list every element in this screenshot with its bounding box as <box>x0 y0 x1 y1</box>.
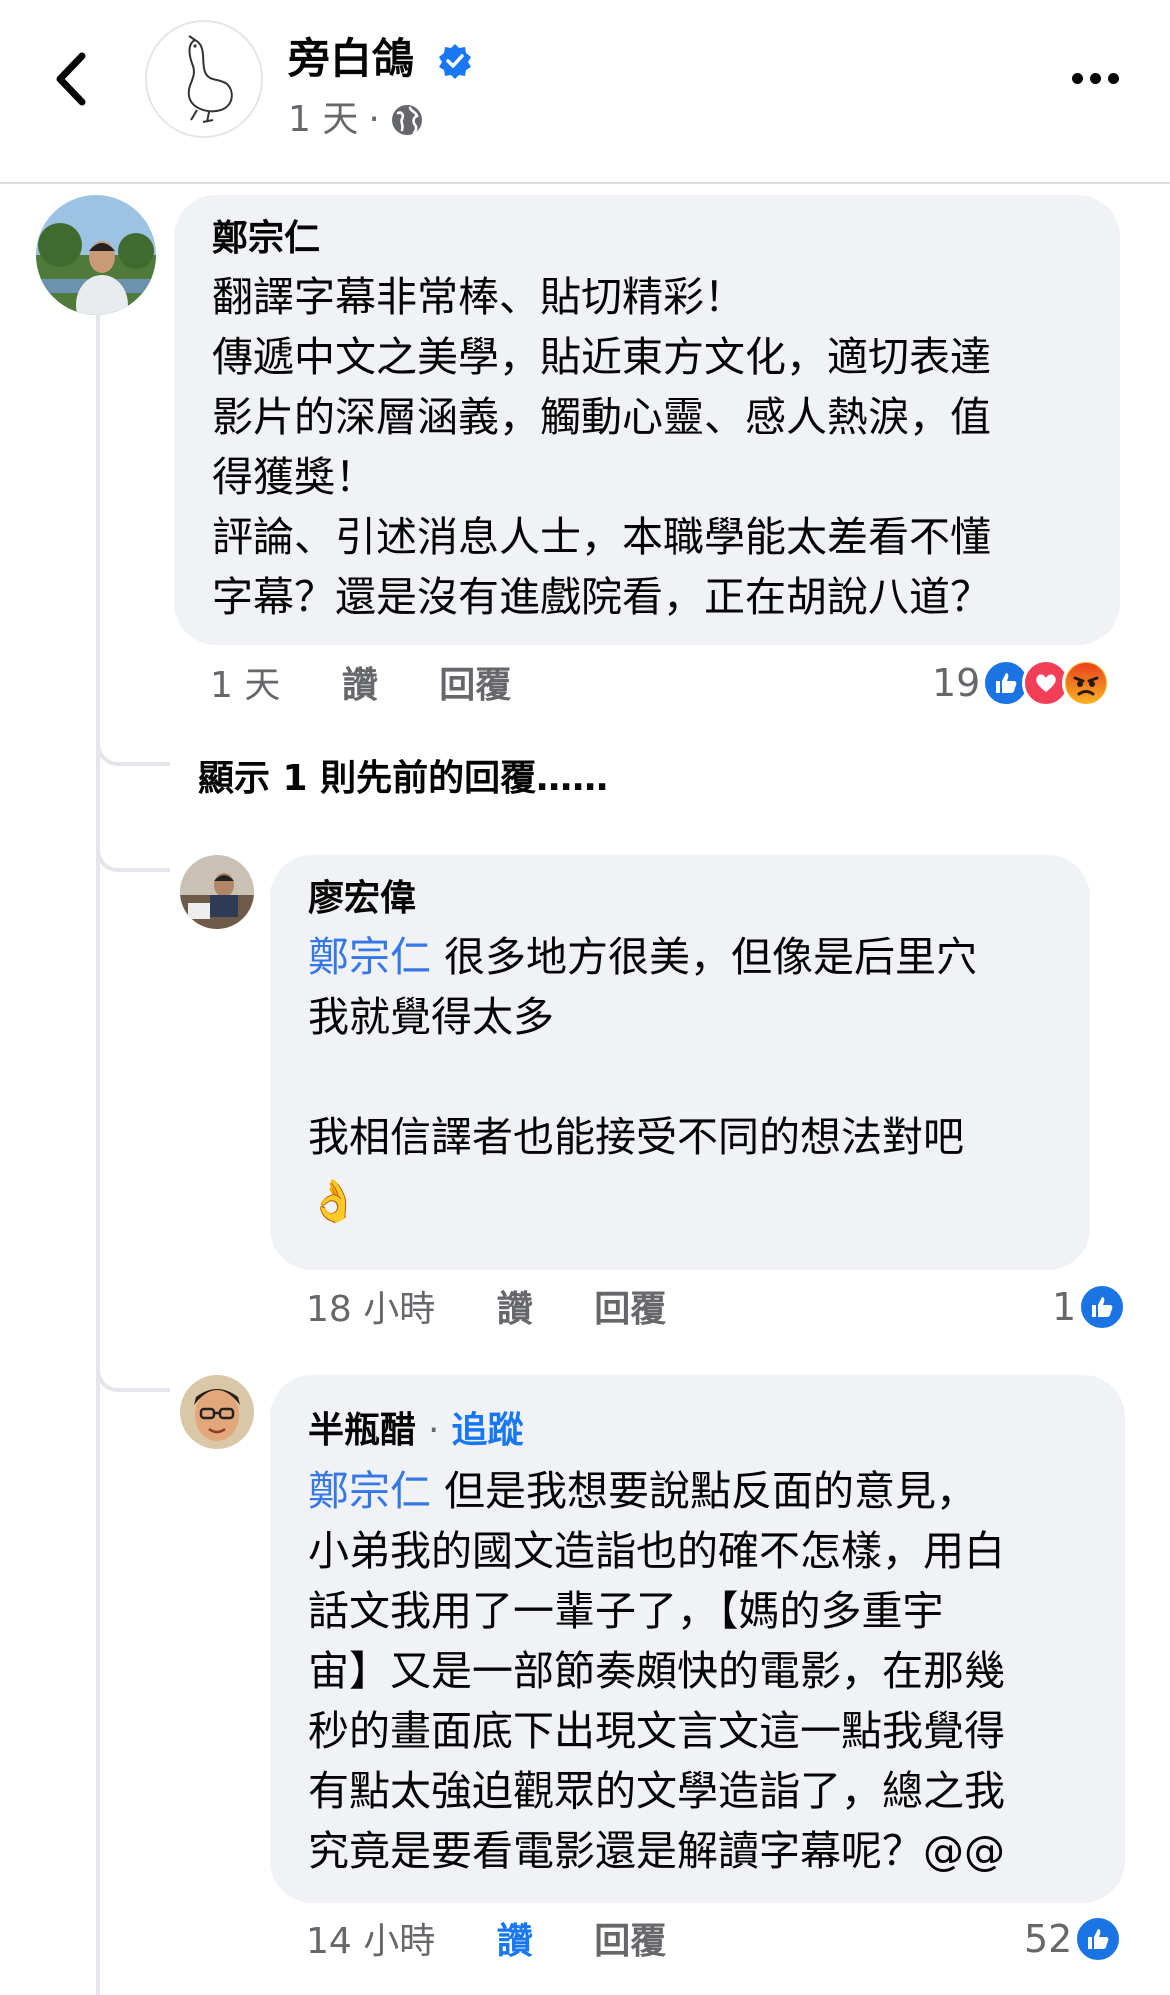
avatar[interactable] <box>180 855 254 929</box>
thread-elbow <box>96 832 170 872</box>
avatar[interactable] <box>180 1375 254 1449</box>
comment-time[interactable]: 1 天 <box>210 662 280 710</box>
comment-author[interactable]: 鄭宗仁 <box>212 215 320 263</box>
reply-button[interactable]: 回覆 <box>594 1918 666 1966</box>
avatar[interactable] <box>36 195 156 315</box>
comment-text: 翻譯字幕非常棒、貼切精彩！ 傳遞中文之美學，貼近東方文化，適切表達 影片的深層涵… <box>212 273 991 621</box>
reaction-count: 19 <box>932 661 981 705</box>
reply-button[interactable]: 回覆 <box>594 1286 666 1334</box>
reply-time[interactable]: 14 小時 <box>306 1918 435 1966</box>
like-button[interactable]: 讚 <box>497 1286 533 1334</box>
meta-dot: · <box>368 99 380 140</box>
reply-text: 鄭宗仁 但是我想要說點反面的意見， 小弟我的國文造詣也的確不怎樣，用白 話文我用… <box>308 1467 1005 1875</box>
post-time[interactable]: 1 天 <box>288 96 358 144</box>
thread-elbow <box>96 1352 170 1392</box>
mention-link[interactable]: 鄭宗仁 <box>308 933 431 981</box>
ok-hand-emoji: 👌 <box>308 1177 360 1225</box>
comment-actions: 1 天 讚 回覆 <box>210 662 511 710</box>
reply-bubble: 半瓶醋 · 追蹤 鄭宗仁 但是我想要說點反面的意見， 小弟我的國文造詣也的確不怎樣，… <box>270 1375 1125 1903</box>
thread-elbow <box>96 726 170 766</box>
reaction-summary[interactable]: 1 <box>1052 1283 1127 1331</box>
post-meta: 1 天 · <box>288 96 424 144</box>
page-name[interactable]: 旁白鴿 <box>288 30 414 88</box>
reply-bubble: 廖宏偉 鄭宗仁 很多地方很美，但像是后里穴 我就覺得太多 我相信譯者也能接受不同… <box>270 855 1090 1270</box>
more-options-button[interactable] <box>1072 73 1119 84</box>
reply-author[interactable]: 半瓶醋 <box>308 1410 416 1451</box>
like-reaction-icon <box>1078 1283 1127 1331</box>
like-reaction-icon <box>1074 1915 1123 1963</box>
show-previous-replies-link[interactable]: 顯示 1 則先前的回覆…… <box>198 754 608 804</box>
reaction-count: 1 <box>1052 1285 1077 1329</box>
like-button[interactable]: 讚 <box>497 1918 533 1966</box>
reply-time[interactable]: 18 小時 <box>306 1286 435 1334</box>
follow-button[interactable]: 追蹤 <box>451 1410 523 1451</box>
reply-actions: 18 小時 讚 回覆 <box>306 1286 666 1334</box>
author-dot: · <box>428 1410 440 1451</box>
like-button[interactable]: 讚 <box>342 662 378 710</box>
angry-reaction-icon <box>1062 659 1111 707</box>
pigeon-sketch-logo <box>187 35 233 123</box>
more-dots-icon <box>1072 73 1083 84</box>
globe-icon <box>391 105 422 135</box>
mention-link[interactable]: 鄭宗仁 <box>308 1467 431 1515</box>
chevron-left-icon <box>56 52 86 106</box>
comment-bubble: 鄭宗仁 翻譯字幕非常棒、貼切精彩！ 傳遞中文之美學，貼近東方文化，適切表達 影片… <box>174 195 1120 645</box>
reaction-count: 52 <box>1024 1917 1073 1961</box>
reply-actions: 14 小時 讚 回覆 <box>306 1918 666 1966</box>
reply-author-row: 半瓶醋 · 追蹤 <box>308 1407 523 1455</box>
page-avatar[interactable] <box>145 20 263 138</box>
reply-button[interactable]: 回覆 <box>439 662 511 710</box>
verified-badge-icon <box>436 42 474 80</box>
reaction-summary[interactable]: 52 <box>1024 1915 1123 1963</box>
reply-text: 鄭宗仁 很多地方很美，但像是后里穴 我就覺得太多 我相信譯者也能接受不同的想法對… <box>308 927 1068 1231</box>
reply-author[interactable]: 廖宏偉 <box>308 875 416 923</box>
reaction-summary[interactable]: 19 <box>932 659 1111 707</box>
back-button[interactable] <box>48 50 98 108</box>
thread-line <box>96 295 100 1995</box>
